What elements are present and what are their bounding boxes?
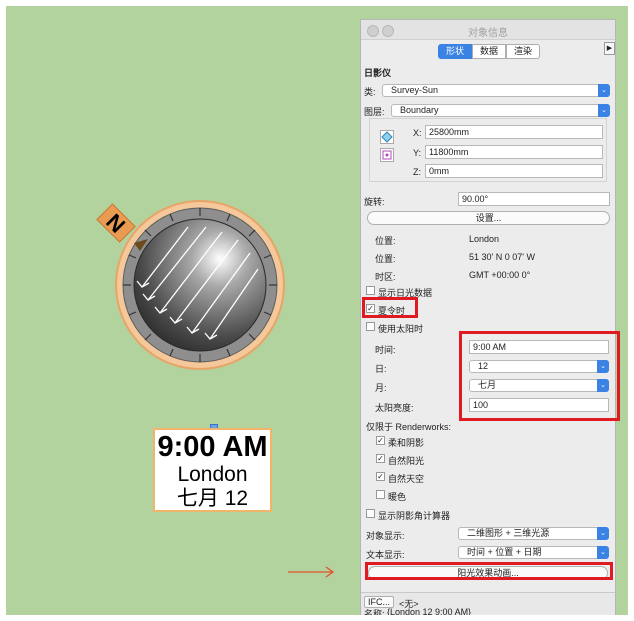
palette-tabs: 形状 数据 渲染 <box>438 44 541 59</box>
sun-dome <box>133 218 267 352</box>
chevron-down-icon: ⌄ <box>597 379 609 392</box>
move-origin-icon[interactable] <box>380 130 394 144</box>
timezone-value: GMT +00:00 0° <box>469 270 531 280</box>
palette-footer: IFC... <无> 名称: {London 12 9:00 AM} <box>361 592 615 619</box>
z-field[interactable]: 0mm <box>425 164 603 178</box>
warm-color-checkbox[interactable] <box>376 490 385 499</box>
natural-light-checkbox[interactable]: ✓ <box>376 454 385 463</box>
object-display-value: 二维图形 + 三维光源 <box>467 528 550 538</box>
timezone-label: 时区: <box>375 272 396 282</box>
class-label: 类: <box>364 87 376 97</box>
warm-color-label: 暖色 <box>388 492 407 502</box>
label-date: 七月 12 <box>176 487 249 510</box>
settings-button[interactable]: 设置... <box>367 211 610 225</box>
annotation-arrow-icon <box>288 566 335 578</box>
soft-shadows-checkbox[interactable]: ✓ <box>376 436 385 445</box>
layer-label: 图层: <box>364 107 385 117</box>
y-label: Y: <box>413 148 422 158</box>
y-field[interactable]: 11800mm <box>425 145 603 159</box>
location-value: London <box>469 234 500 244</box>
month-label: 月: <box>375 383 387 393</box>
chevron-down-icon: ⌄ <box>597 360 609 373</box>
name-value: {London 12 9:00 AM} <box>387 607 472 617</box>
daylight-saving-checkbox[interactable]: ✓ <box>366 304 375 313</box>
time-field[interactable]: 9:00 AM <box>469 340 609 354</box>
object-display-select[interactable]: 二维图形 + 三维光源 ⌄ <box>458 527 609 540</box>
natural-light-label: 自然阳光 <box>388 456 425 466</box>
text-display-label: 文本显示: <box>366 550 405 560</box>
name-label: 名称: <box>364 609 385 619</box>
show-solar-data-label: 显示日光数据 <box>378 288 433 298</box>
x-field[interactable]: 25800mm <box>425 125 603 139</box>
show-solar-data-checkbox[interactable] <box>366 286 375 295</box>
object-info-palette: 对象信息 形状 数据 渲染 ▶ 日影仪 类: Survey-Sun ⌄ 图层: … <box>360 19 616 619</box>
use-solar-time-checkbox[interactable] <box>366 322 375 331</box>
chevron-down-icon: ⌄ <box>597 546 609 559</box>
day-label: 日: <box>375 364 387 374</box>
natural-sky-label: 自然天空 <box>388 474 425 484</box>
chevron-down-icon: ⌄ <box>598 84 610 97</box>
tab-data[interactable]: 数据 <box>472 44 507 59</box>
shadow-calc-label: 显示阴影角计算器 <box>378 511 451 521</box>
sun-survey-object[interactable]: N <box>90 195 300 380</box>
object-display-label: 对象显示: <box>366 531 405 541</box>
rotation-label: 旋转: <box>364 197 385 207</box>
natural-sky-checkbox[interactable]: ✓ <box>376 472 385 481</box>
location-label: 位置: <box>375 236 396 246</box>
layer-select[interactable]: Boundary ⌄ <box>391 104 610 117</box>
month-select[interactable]: 七月 ⌄ <box>469 379 609 392</box>
day-select[interactable]: 12 ⌄ <box>469 360 609 373</box>
day-value: 12 <box>478 361 489 371</box>
brightness-field[interactable]: 100 <box>469 398 609 412</box>
class-value: Survey-Sun <box>391 85 439 95</box>
rotation-field[interactable]: 90.00° <box>458 192 610 206</box>
chevron-down-icon: ⌄ <box>598 104 610 117</box>
position-value: 51 30' N 0 07' W <box>469 252 535 262</box>
object-type-heading: 日影仪 <box>364 68 392 78</box>
month-value: 七月 <box>478 380 497 390</box>
daylight-saving-label: 夏令时 <box>378 306 406 316</box>
label-city: London <box>177 463 248 486</box>
palette-titlebar[interactable]: 对象信息 <box>361 20 615 40</box>
collapse-arrow-icon[interactable]: ▶ <box>604 42 615 55</box>
renderworks-label: 仅限于 Renderworks: <box>366 422 452 432</box>
class-select[interactable]: Survey-Sun ⌄ <box>382 84 610 97</box>
tab-render[interactable]: 渲染 <box>506 44 541 59</box>
shadow-calc-checkbox[interactable] <box>366 509 375 518</box>
label-time: 9:00 AM <box>157 431 268 463</box>
brightness-label: 太阳亮度: <box>375 403 414 413</box>
use-solar-time-label: 使用太阳时 <box>378 324 424 334</box>
x-label: X: <box>413 128 422 138</box>
text-display-value: 时间 + 位置 + 日期 <box>467 547 542 557</box>
z-label: Z: <box>413 167 421 177</box>
tab-shape[interactable]: 形状 <box>438 44 473 59</box>
soft-shadows-label: 柔和阴影 <box>388 438 425 448</box>
reference-point-icon[interactable] <box>380 148 394 162</box>
sun-animation-button[interactable]: 阳光效果动画... <box>368 566 608 580</box>
position-label: 位置: <box>375 254 396 264</box>
chevron-down-icon: ⌄ <box>597 527 609 540</box>
time-label: 时间: <box>375 345 396 355</box>
text-display-select[interactable]: 时间 + 位置 + 日期 ⌄ <box>458 546 609 559</box>
layer-value: Boundary <box>400 105 439 115</box>
palette-title: 对象信息 <box>468 28 508 39</box>
sun-text-label[interactable]: 9:00 AM London 七月 12 <box>153 428 272 512</box>
